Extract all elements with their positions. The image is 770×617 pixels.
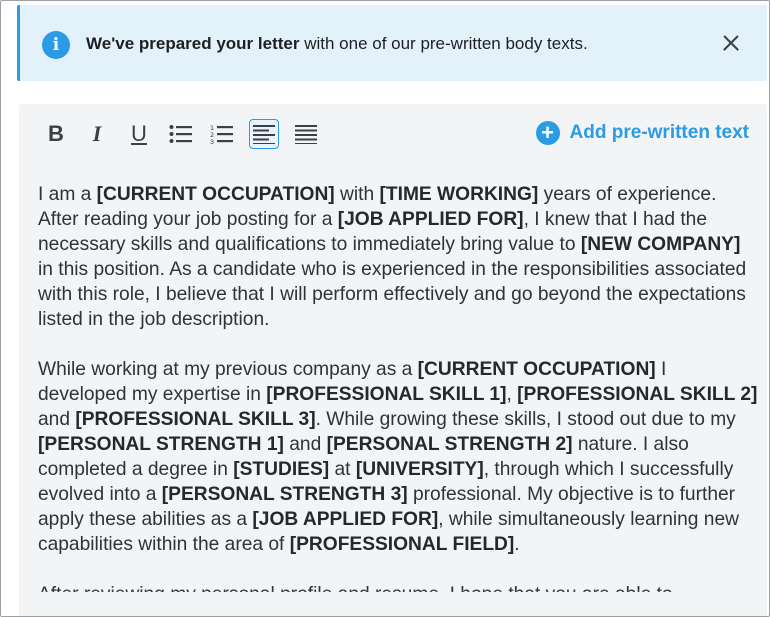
align-left-icon [253, 125, 275, 144]
bullet-list-button[interactable] [166, 119, 196, 149]
numbered-list-button[interactable]: 1 2 3 [207, 119, 237, 149]
placeholder-token: [PERSONAL STRENGTH 3] [161, 484, 408, 505]
letter-paragraph: While working at my previous company as … [38, 357, 758, 557]
align-left-button[interactable] [249, 119, 279, 149]
paragraph-text: at [329, 459, 356, 480]
alert-message-rest: with one of our pre-written body texts. [299, 34, 588, 53]
placeholder-token: [PROFESSIONAL SKILL 3] [75, 409, 316, 430]
bold-button[interactable]: B [41, 119, 71, 149]
app-frame: i We've prepared your letter with one of… [0, 0, 770, 617]
placeholder-token: [CURRENT OCCUPATION] [417, 359, 656, 380]
placeholder-token: [TIME WORKING] [379, 184, 539, 205]
italic-button[interactable]: I [82, 119, 112, 149]
placeholder-token: [PERSONAL STRENGTH 2] [326, 434, 573, 455]
info-icon: i [42, 31, 70, 59]
alert-message-bold: We've prepared your letter [86, 34, 300, 53]
paragraph-text: I am a [38, 184, 97, 205]
paragraph-text: and [38, 409, 76, 430]
letter-paragraph: I am a [CURRENT OCCUPATION] with [TIME W… [38, 182, 758, 332]
placeholder-token: [JOB APPLIED FOR] [337, 209, 524, 230]
paragraph-text: and [283, 434, 327, 455]
letter-editor[interactable]: B I U 1 2 3 + Add pre-written text I am … [19, 104, 767, 616]
justify-icon [295, 125, 317, 144]
placeholder-token: [PERSONAL STRENGTH 1] [38, 434, 284, 455]
info-alert: i We've prepared your letter with one of… [17, 5, 767, 81]
svg-text:3: 3 [210, 138, 214, 144]
bullet-list-icon [169, 125, 192, 143]
paragraph-text: in this position. As a candidate who is … [38, 259, 747, 330]
add-pre-written-text-label: Add pre-written text [569, 122, 749, 143]
placeholder-token: [PROFESSIONAL SKILL 2] [517, 384, 758, 405]
placeholder-token: [UNIVERSITY] [355, 459, 484, 480]
justify-button[interactable] [291, 119, 321, 149]
paragraph-text: . [514, 534, 520, 555]
placeholder-token: [PROFESSIONAL FIELD] [289, 534, 515, 555]
close-icon[interactable] [719, 31, 743, 55]
placeholder-token: [PROFESSIONAL SKILL 1] [266, 384, 507, 405]
letter-body-text[interactable]: I am a [CURRENT OCCUPATION] with [TIME W… [38, 182, 758, 592]
paragraph-text: . While growing these skills, I stood ou… [315, 409, 736, 430]
paragraph-text: with [334, 184, 380, 205]
scroll-fade [19, 590, 767, 616]
placeholder-token: [CURRENT OCCUPATION] [96, 184, 335, 205]
placeholder-token: [NEW COMPANY] [580, 234, 741, 255]
plus-circle-icon: + [535, 121, 560, 145]
placeholder-token: [JOB APPLIED FOR] [252, 509, 439, 530]
underline-button[interactable]: U [124, 119, 154, 149]
add-pre-written-text-button[interactable]: + Add pre-written text [535, 119, 749, 147]
paragraph-text: While working at my previous company as … [38, 359, 418, 380]
numbered-list-icon: 1 2 3 [210, 124, 233, 144]
placeholder-token: [STUDIES] [233, 459, 330, 480]
alert-message: We've prepared your letter with one of o… [86, 34, 588, 54]
paragraph-text: , [506, 384, 518, 405]
